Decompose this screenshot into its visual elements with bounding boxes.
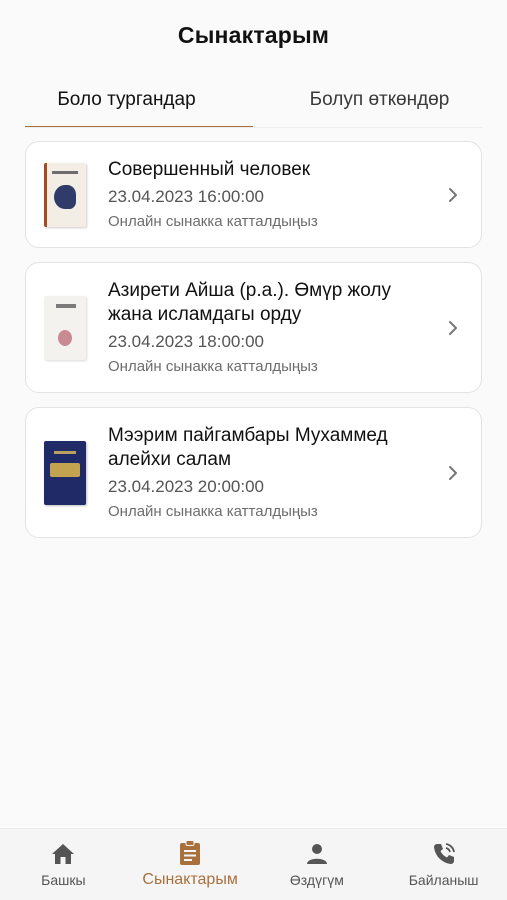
test-card[interactable]: Совершенный человек 23.04.2023 16:00:00 … xyxy=(25,141,482,248)
bottom-nav: Башкы Сынактарым Өздүгүм Байланыш xyxy=(0,828,507,900)
tab-past[interactable]: Болуп өткөндөр xyxy=(253,72,506,128)
book-cover-image xyxy=(44,440,86,505)
nav-label: Өздүгүм xyxy=(289,871,344,888)
test-date: 23.04.2023 16:00:00 xyxy=(108,186,264,206)
nav-item-profile[interactable]: Өздүгүм xyxy=(254,829,381,900)
test-title: Мээрим пайгамбары Мухаммед алейхи салам xyxy=(108,424,388,470)
book-cover-image xyxy=(44,162,86,227)
clipboard-icon xyxy=(178,839,202,865)
test-card[interactable]: Азирети Айша (р.а.). Өмүр жолу жана исла… xyxy=(25,262,482,393)
nav-item-contact[interactable]: Байланыш xyxy=(380,829,507,900)
tab-divider xyxy=(25,127,482,128)
nav-label: Сынактарым xyxy=(142,870,238,888)
test-list: Совершенный человек 23.04.2023 16:00:00 … xyxy=(25,141,482,552)
chevron-right-icon xyxy=(443,318,463,338)
person-icon xyxy=(305,842,329,866)
tab-bar: Боло тургандар Болуп өткөндөр xyxy=(0,72,507,128)
test-card[interactable]: Мээрим пайгамбары Мухаммед алейхи салам … xyxy=(25,407,482,538)
page-title: Сынактарым xyxy=(177,21,330,48)
app-header: Сынактарым xyxy=(0,0,507,70)
test-status: Онлайн сынакка катталдыңыз xyxy=(108,502,318,520)
test-status: Онлайн сынакка катталдыңыз xyxy=(108,212,318,230)
chevron-right-icon xyxy=(443,185,463,205)
test-status: Онлайн сынакка катталдыңыз xyxy=(108,357,318,375)
test-title: Совершенный человек xyxy=(108,158,311,180)
phone-icon xyxy=(432,842,456,866)
chevron-right-icon xyxy=(443,463,463,483)
test-info: Азирети Айша (р.а.). Өмүр жолу жана исла… xyxy=(108,279,435,377)
nav-item-tests[interactable]: Сынактарым xyxy=(127,829,254,900)
test-date: 23.04.2023 20:00:00 xyxy=(108,476,264,496)
home-icon xyxy=(51,842,75,866)
test-date: 23.04.2023 18:00:00 xyxy=(108,331,264,351)
test-info: Мээрим пайгамбары Мухаммед алейхи салам … xyxy=(108,424,435,522)
test-info: Совершенный человек 23.04.2023 16:00:00 … xyxy=(108,158,435,232)
nav-item-home[interactable]: Башкы xyxy=(0,829,127,900)
test-title: Азирети Айша (р.а.). Өмүр жолу жана исла… xyxy=(108,279,392,325)
nav-label: Башкы xyxy=(41,871,86,888)
book-cover-image xyxy=(44,295,86,360)
tab-upcoming[interactable]: Боло тургандар xyxy=(0,72,253,128)
nav-label: Байланыш xyxy=(408,871,479,888)
